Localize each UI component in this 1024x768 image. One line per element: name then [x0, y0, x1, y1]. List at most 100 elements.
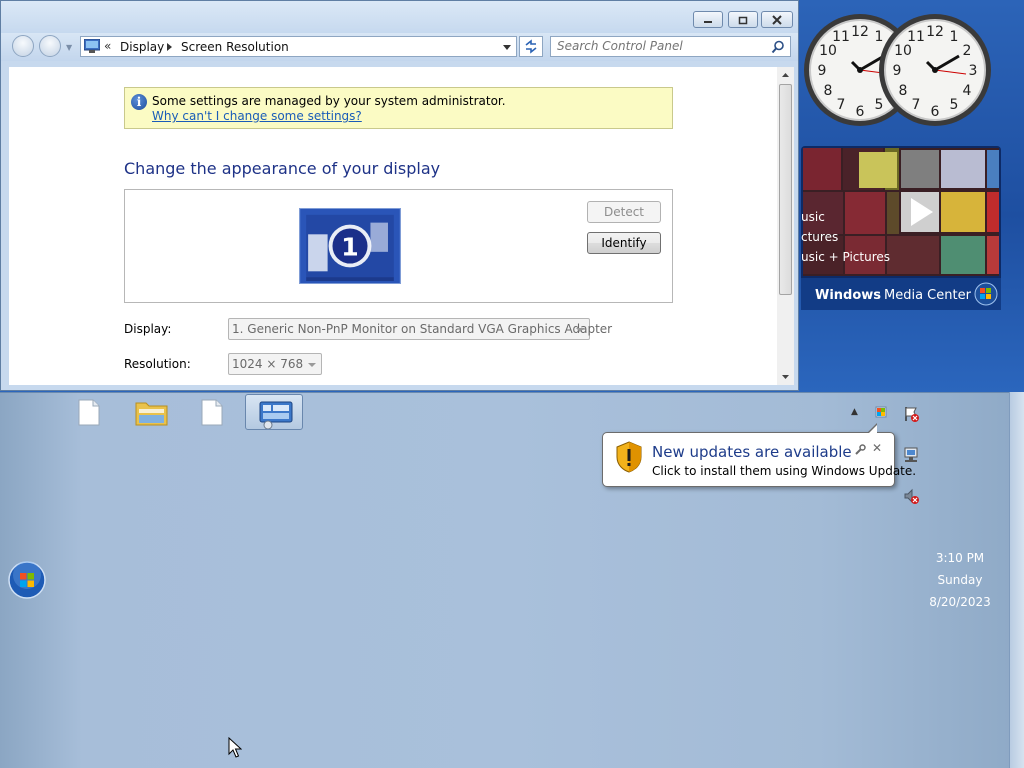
clock-numeral: 10: [819, 43, 837, 59]
start-button[interactable]: [8, 561, 46, 599]
vertical-scrollbar[interactable]: [777, 67, 794, 385]
page-title: Change the appearance of your display: [124, 159, 441, 178]
display-select[interactable]: 1. Generic Non-PnP Monitor on Standard V…: [228, 318, 612, 340]
windows-start-orb-icon: [8, 561, 46, 599]
taskbar-control-panel-active[interactable]: [245, 394, 303, 430]
taskbar-document-2[interactable]: [183, 394, 241, 430]
back-button[interactable]: [12, 35, 34, 57]
display-settings-icon: [259, 401, 293, 429]
restore-button[interactable]: [728, 11, 758, 28]
display-value: 1. Generic Non-PnP Monitor on Standard V…: [232, 322, 613, 336]
notification-body: Click to install them using Windows Upda…: [652, 464, 917, 478]
resolution-value: 1024 × 768: [232, 357, 304, 371]
customize-wrench-icon[interactable]: [854, 444, 866, 456]
close-notification-button[interactable]: ✕: [872, 441, 882, 455]
address-overflow[interactable]: «: [104, 39, 111, 53]
media-center-menu-item[interactable]: ctures: [801, 230, 838, 244]
window-titlebar[interactable]: [1, 1, 798, 33]
clock-numeral: 4: [963, 83, 972, 99]
taskbar-document-1[interactable]: [60, 394, 118, 430]
restore-icon: [738, 16, 748, 24]
search-icon[interactable]: [771, 40, 785, 54]
search-box[interactable]: [550, 36, 791, 57]
screen-resolution-window[interactable]: ▼ « Display Screen Resolution Search Con…: [0, 0, 799, 391]
volume-muted-icon[interactable]: [902, 487, 920, 505]
scrollbar-thumb[interactable]: [779, 84, 792, 295]
clock-numeral: 9: [818, 63, 827, 79]
clock-numeral: 9: [893, 63, 902, 79]
forward-button[interactable]: [39, 35, 61, 57]
network-icon[interactable]: [902, 446, 920, 464]
mouse-pointer-icon: [228, 737, 242, 758]
scroll-up-icon[interactable]: [777, 67, 794, 84]
balloon-tail-inner: [868, 425, 877, 434]
why-cant-change-link[interactable]: Why can't I change some settings?: [152, 109, 362, 123]
control-panel-icon: [84, 39, 100, 53]
tray-date[interactable]: 8/20/2023: [920, 595, 1000, 609]
tray-time[interactable]: 3:10 PM: [920, 551, 1000, 565]
breadcrumb-separator-icon[interactable]: [167, 43, 172, 51]
media-center-gadget[interactable]: usic ctures usic + Pictures Windows Medi…: [801, 146, 1001, 310]
show-desktop-button[interactable]: [1009, 392, 1024, 768]
monitor-number: 1: [341, 233, 359, 262]
chevron-down-icon: [308, 363, 316, 367]
folder-icon: [135, 402, 168, 426]
resolution-select[interactable]: 1024 × 768: [228, 353, 322, 375]
breadcrumb-screen-resolution[interactable]: Screen Resolution: [181, 40, 289, 54]
media-center-menu-item[interactable]: usic: [801, 210, 825, 224]
document-icon: [78, 399, 100, 426]
admin-info-bar: i Some settings are managed by your syst…: [124, 87, 673, 129]
close-icon: [772, 14, 782, 25]
minimize-icon: [704, 20, 712, 23]
tray-day[interactable]: Sunday: [920, 573, 1000, 587]
close-button[interactable]: [761, 11, 793, 28]
clock-numeral: 10: [894, 43, 912, 59]
clock-numeral: 12: [926, 24, 944, 40]
identify-button[interactable]: Identify: [587, 232, 661, 254]
address-bar[interactable]: « Display Screen Resolution: [80, 36, 517, 57]
clock-numeral: 11: [832, 29, 850, 45]
address-dropdown-icon[interactable]: [503, 45, 511, 50]
chevron-down-icon: [576, 328, 584, 332]
navigation-bar: ▼ « Display Screen Resolution: [1, 33, 798, 61]
info-icon: i: [131, 94, 147, 110]
detect-button[interactable]: Detect: [587, 201, 661, 223]
action-center-flag-icon[interactable]: [902, 405, 920, 423]
notification-title: New updates are available: [652, 443, 852, 461]
clock-numeral: 3: [969, 63, 978, 79]
resolution-label: Resolution:: [124, 357, 191, 371]
clock-gadget-2[interactable]: 12 1 2 3 4 5 6 7 8 9 10 11: [875, 8, 995, 132]
search-input[interactable]: [557, 39, 762, 53]
clock-numeral: 7: [912, 97, 921, 113]
clock-numeral: 6: [856, 104, 865, 120]
media-center-title-bold: Windows: [815, 288, 881, 303]
media-center-title: Media Center: [884, 288, 972, 303]
windows-update-tray-icon[interactable]: [872, 405, 890, 423]
clock-numeral: 8: [899, 83, 908, 99]
clock-numeral: 6: [931, 104, 940, 120]
shield-warning-icon: [616, 441, 642, 473]
clock-numeral: 1: [950, 29, 959, 45]
clock-numeral: 5: [950, 97, 959, 113]
clock-numeral: 11: [907, 29, 925, 45]
clock-numeral: 8: [824, 83, 833, 99]
clock-numeral: 12: [851, 24, 869, 40]
breadcrumb-display[interactable]: Display: [120, 40, 164, 54]
minimize-button[interactable]: [693, 11, 723, 28]
windows-update-notification[interactable]: New updates are available Click to insta…: [602, 423, 916, 487]
show-hidden-icons-button[interactable]: ▲: [851, 407, 858, 417]
clock-numeral: 2: [963, 43, 972, 59]
monitor-arrangement-box: 1 Detect Identify: [124, 189, 673, 303]
document-icon: [201, 399, 223, 426]
clock-numeral: 7: [837, 97, 846, 113]
recent-pages-dropdown[interactable]: ▼: [66, 43, 74, 52]
scroll-down-icon[interactable]: [777, 368, 794, 385]
display-label: Display:: [124, 322, 172, 336]
media-center-menu-item[interactable]: usic + Pictures: [801, 250, 890, 264]
content-pane: i Some settings are managed by your syst…: [9, 67, 777, 385]
windows-logo-icon: [974, 282, 998, 306]
info-message: Some settings are managed by your system…: [152, 94, 506, 108]
taskbar-file-explorer[interactable]: [122, 394, 180, 430]
refresh-button[interactable]: [519, 36, 543, 57]
monitor-1-icon[interactable]: 1: [299, 208, 401, 284]
